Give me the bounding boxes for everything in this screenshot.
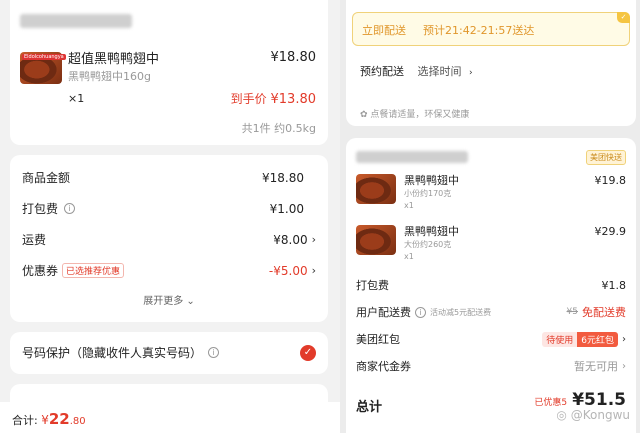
product-image[interactable]: Eldolcohuangya (20, 52, 66, 84)
coupon-tag: 已选推荐优惠 (62, 263, 125, 278)
privacy-row[interactable]: 号码保护（隐藏收件人真实号码） i ✓ (22, 344, 316, 361)
delivery-now-box[interactable]: 立即配送 预计21:42-21:57送达 ✓ (352, 12, 630, 46)
product-spec: 黑鸭鸭翅中160g (68, 70, 151, 83)
delivery-badge: 美团快送 (586, 150, 626, 165)
order-item[interactable]: 黑鸭鸭翅中 大份约260克 x1 ¥29.9 (356, 223, 626, 267)
order-card: 美团快送 黑鸭鸭翅中 小份约170克 x1 ¥19.8 黑鸭鸭翅中 大份约260… (346, 138, 636, 433)
goods-amount-value: ¥18.80 (262, 170, 304, 185)
checkout-total: 合计: ¥22.80 (12, 410, 86, 428)
item-image (356, 225, 396, 255)
checkout-currency: ¥ (41, 413, 49, 427)
coupon-label: 优惠券 (22, 264, 59, 278)
product-price: ¥18.80 (270, 50, 317, 65)
order-total-value: ¥51.5 (572, 390, 626, 410)
leaf-icon: ✿ (360, 110, 368, 120)
order-total-saved: 已优惠5 (534, 398, 568, 408)
item-name: 黑鸭鸭翅中 (404, 174, 459, 187)
info-icon[interactable]: i (415, 306, 426, 318)
fee-card: 商品金额 ¥18.80 打包费 i ¥1.00 运费 ¥8.00 › 优惠券 已… (10, 155, 328, 322)
merchant-voucher-value: 暂无可用 (574, 360, 618, 373)
delivery-mode: 立即配送 (362, 24, 406, 37)
shipping-fee-label: 运费 (22, 233, 47, 247)
delivery-card: 立即配送 预计21:42-21:57送达 ✓ 预约配送 选择时间 › ✿ 点餐请… (346, 0, 636, 126)
checkout-total-dec: .80 (69, 416, 86, 427)
privacy-label: 号码保护（隐藏收件人真实号码） (22, 346, 203, 360)
checkout-total-label: 合计: (12, 414, 38, 427)
red-packet-row[interactable]: 美团红包 待使用 6元红包 › (356, 331, 626, 347)
privacy-card: 号码保护（隐藏收件人真实号码） i ✓ (10, 332, 328, 374)
total-summary: 共1件 约0.5kg (241, 122, 316, 135)
checkout-bar: 合计: ¥22.80 (0, 402, 340, 433)
watermark: ◎ @Kongwu (556, 408, 630, 422)
merchant-voucher-label: 商家代金券 (356, 360, 411, 373)
item-spec: 小份约170克 (404, 189, 452, 198)
packing-fee-value: ¥1.00 (269, 201, 304, 216)
packing-fee-label: 打包费 (356, 279, 389, 292)
chevron-right-icon: › (311, 264, 316, 277)
store-name-redacted (20, 14, 132, 28)
chevron-right-icon: › (311, 233, 316, 246)
checkout-total-int: 22 (48, 410, 70, 428)
user-delivery-fee-label: 用户配送费 (356, 306, 411, 319)
info-icon[interactable]: i (64, 203, 76, 214)
product-image-tag: Eldolcohuangya (22, 54, 66, 60)
schedule-value: 选择时间 (417, 65, 462, 78)
item-qty: x1 (404, 252, 414, 261)
eco-note-text: 点餐请适量，环保又健康 (370, 110, 470, 120)
delivery-eta: 预计21:42-21:57送达 (423, 24, 535, 37)
eco-note: ✿ 点餐请适量，环保又健康 (360, 107, 469, 120)
item-spec: 大份约260克 (404, 240, 452, 249)
user-delivery-fee-note: 活动减5元配送费 (430, 307, 492, 317)
goods-amount-label: 商品金额 (22, 171, 71, 185)
final-price-label: 到手价 (230, 92, 267, 106)
coupon-value: -¥5.00 (268, 263, 308, 278)
store-name-redacted (356, 151, 468, 163)
expand-more-label: 展开更多 (143, 296, 184, 307)
right-screen: 立即配送 预计21:42-21:57送达 ✓ 预约配送 选择时间 › ✿ 点餐请… (342, 0, 640, 433)
packing-fee-label: 打包费 (22, 202, 59, 216)
weibo-icon: ◎ (556, 408, 567, 422)
expand-more-link[interactable]: 展开更多 ⌄ (10, 292, 328, 307)
schedule-label: 预约配送 (360, 65, 404, 78)
order-item[interactable]: 黑鸭鸭翅中 小份约170克 x1 ¥19.8 (356, 172, 626, 216)
packing-fee-row[interactable]: 打包费 i ¥1.00 (22, 200, 316, 217)
goods-amount-row: 商品金额 ¥18.80 (22, 169, 316, 186)
product-qty: ×1 (68, 92, 85, 105)
product-card: Eldolcohuangya 超值黑鸭鸭翅中 ¥18.80 黑鸭鸭翅中160g … (10, 0, 328, 145)
watermark-text: @Kongwu (570, 408, 630, 422)
chevron-right-icon: › (469, 68, 473, 78)
item-price: ¥19.8 (594, 174, 627, 187)
red-packet-label: 美团红包 (356, 333, 400, 346)
packing-fee-row: 打包费 ¥1.8 (356, 277, 626, 293)
packing-fee-value: ¥1.8 (601, 278, 627, 292)
user-delivery-fee-old: ¥5 (566, 307, 578, 317)
shipping-fee-row[interactable]: 运费 ¥8.00 › (22, 231, 316, 248)
merchant-voucher-row[interactable]: 商家代金券 暂无可用 › (356, 358, 626, 374)
schedule-row[interactable]: 预约配送 选择时间 › (360, 63, 473, 79)
item-image (356, 174, 396, 204)
info-icon[interactable]: i (208, 347, 220, 358)
chevron-right-icon: › (622, 360, 626, 372)
left-screen: Eldolcohuangya 超值黑鸭鸭翅中 ¥18.80 黑鸭鸭翅中160g … (0, 0, 340, 433)
user-delivery-fee-row[interactable]: 用户配送费 i 活动减5元配送费 ¥5 免配送费 (356, 304, 626, 320)
product-name: 超值黑鸭鸭翅中 (68, 52, 160, 67)
order-total-group: 已优惠5 ¥51.5 (534, 390, 626, 410)
user-delivery-fee-new: 免配送费 (582, 306, 626, 319)
chevron-right-icon: › (622, 333, 626, 345)
final-price-group: 到手价 ¥13.80 (231, 90, 316, 107)
red-packet-value: 6元红包 (577, 331, 618, 347)
coupon-row[interactable]: 优惠券 已选推荐优惠 -¥5.00 › (22, 262, 316, 279)
order-total-label: 总计 (356, 400, 383, 415)
shipping-fee-value: ¥8.00 (273, 232, 308, 247)
chevron-down-icon: ⌄ (186, 296, 195, 307)
privacy-checkbox[interactable]: ✓ (300, 344, 316, 361)
item-price: ¥29.9 (594, 225, 627, 238)
red-packet-pending: 待使用 (542, 331, 578, 347)
item-name: 黑鸭鸭翅中 (404, 225, 459, 238)
final-price-value: ¥13.80 (270, 92, 317, 107)
selected-check-icon: ✓ (617, 12, 630, 23)
item-qty: x1 (404, 201, 414, 210)
